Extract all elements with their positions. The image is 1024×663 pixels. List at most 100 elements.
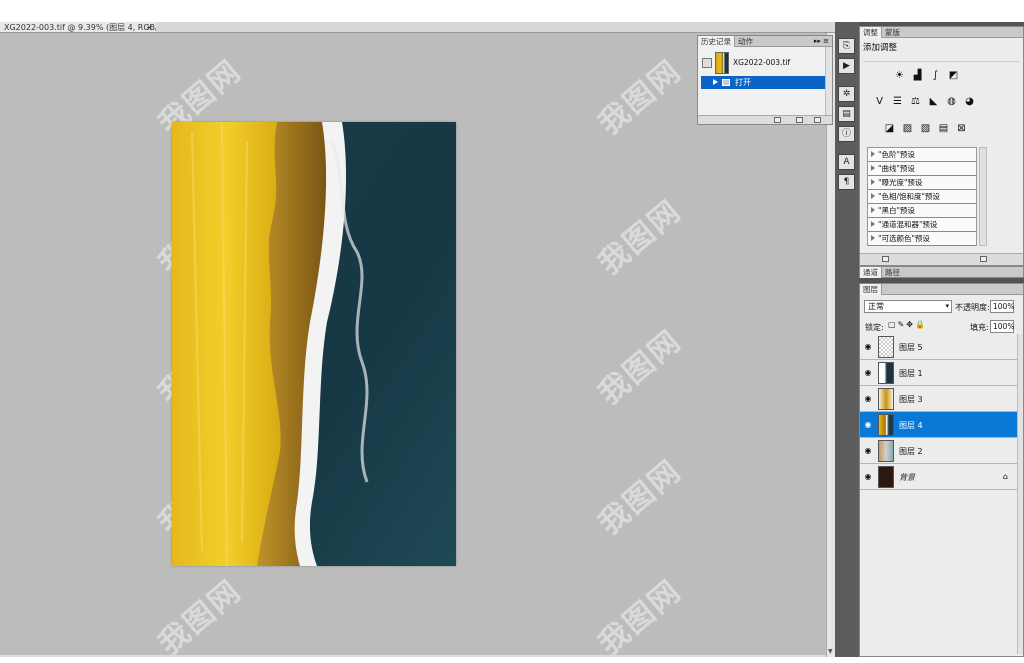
color-balance-icon[interactable]: ⚖ bbox=[909, 95, 922, 108]
fill-input[interactable]: 100% bbox=[990, 320, 1014, 333]
history-snapshot[interactable]: XG2022-003.tif bbox=[701, 52, 825, 74]
eye-icon[interactable]: ◉ bbox=[863, 342, 873, 352]
brightness-contrast-icon[interactable]: ☀ bbox=[893, 69, 906, 82]
layer-thumbnail bbox=[878, 362, 894, 384]
levels-icon[interactable]: ▟ bbox=[911, 69, 924, 82]
tab-layers[interactable]: 图层 bbox=[860, 284, 882, 295]
panel-menu-icon[interactable]: ▸▸ ≡ bbox=[814, 36, 829, 47]
preset-label: "黑白"预设 bbox=[878, 206, 915, 215]
paragraph-dock-icon[interactable]: ¶ bbox=[838, 174, 855, 190]
preset-item[interactable]: "曝光度"预设 bbox=[868, 176, 976, 190]
open-document-icon bbox=[722, 79, 730, 86]
selective-color-icon[interactable]: ⊠ bbox=[955, 122, 968, 135]
history-step-open[interactable]: 打开 bbox=[701, 76, 825, 89]
expand-icon[interactable] bbox=[871, 151, 875, 157]
opacity-label: 不透明度: bbox=[955, 303, 990, 312]
clip-to-layer-icon[interactable] bbox=[980, 256, 987, 262]
navigator-dock-icon[interactable]: ✲ bbox=[838, 86, 855, 102]
expand-icon[interactable] bbox=[871, 235, 875, 241]
layers-scrollbar[interactable] bbox=[1017, 334, 1023, 654]
preset-item[interactable]: "色相/饱和度"预设 bbox=[868, 190, 976, 204]
blend-mode-select[interactable]: 正常 ▾ bbox=[864, 300, 952, 313]
eye-icon[interactable]: ◉ bbox=[863, 420, 873, 430]
preset-item[interactable]: "通道混和器"预设 bbox=[868, 218, 976, 232]
expand-icon[interactable] bbox=[871, 221, 875, 227]
tab-channels[interactable]: 通道 bbox=[860, 267, 882, 278]
tab-actions[interactable]: 动作 bbox=[735, 36, 756, 47]
histogram-dock-icon[interactable]: ▤ bbox=[838, 106, 855, 122]
trash-icon[interactable] bbox=[814, 117, 821, 123]
blend-mode-value: 正常 bbox=[868, 302, 884, 311]
layer-thumbnail bbox=[878, 466, 894, 488]
preset-item[interactable]: "可选颜色"预设 bbox=[868, 232, 976, 246]
photo-filter-icon[interactable]: ◍ bbox=[945, 95, 958, 108]
presets-scrollbar[interactable] bbox=[979, 147, 987, 246]
tab-paths[interactable]: 路径 bbox=[882, 267, 903, 278]
layer-row[interactable]: ◉ 图层 1 bbox=[860, 360, 1018, 386]
layer-row-selected[interactable]: ◉ 图层 4 bbox=[860, 412, 1018, 438]
lock-all-icon[interactable]: 🔒 bbox=[915, 320, 927, 329]
history-scrollbar[interactable] bbox=[825, 47, 832, 117]
channels-panel: 通道 路径 bbox=[859, 266, 1024, 278]
history-step-label: 打开 bbox=[735, 78, 751, 87]
layer-thumbnail bbox=[878, 336, 894, 358]
new-document-from-state-icon[interactable] bbox=[774, 117, 781, 123]
layer-row[interactable]: ◉ 图层 5 bbox=[860, 334, 1018, 360]
expand-icon[interactable] bbox=[871, 179, 875, 185]
history-dock-icon[interactable]: ⎘ bbox=[838, 38, 855, 54]
document-tab-title: XG2022-003.tif @ 9.39% (图层 4, RGB/8) bbox=[4, 23, 166, 32]
layer-row[interactable]: ◉ 图层 3 bbox=[860, 386, 1018, 412]
hue-saturation-icon[interactable]: ☰ bbox=[891, 95, 904, 108]
canvas-vertical-scrollbar[interactable]: ▲ ▼ bbox=[826, 33, 835, 657]
watermark: 我图网 bbox=[592, 573, 689, 662]
expand-icon[interactable] bbox=[871, 193, 875, 199]
lock-pixels-icon[interactable]: ✎ bbox=[898, 320, 907, 329]
snapshot-source-icon[interactable] bbox=[702, 58, 712, 68]
gradient-map-icon[interactable]: ▤ bbox=[937, 122, 950, 135]
character-dock-icon[interactable]: A bbox=[838, 154, 855, 170]
adjustments-title: 添加调整 bbox=[863, 43, 898, 53]
eye-icon[interactable]: ◉ bbox=[863, 472, 873, 482]
layer-row[interactable]: ◉ 背景 ⌂ bbox=[860, 464, 1018, 490]
eye-icon[interactable]: ◉ bbox=[863, 446, 873, 456]
history-footer bbox=[698, 115, 832, 124]
lock-position-icon[interactable]: ✥ bbox=[906, 320, 915, 329]
watermark: 我图网 bbox=[152, 573, 249, 662]
tab-masks[interactable]: 蒙版 bbox=[882, 27, 903, 38]
document-tab[interactable]: XG2022-003.tif @ 9.39% (图层 4, RGB/8) × bbox=[0, 22, 166, 33]
close-icon[interactable]: × bbox=[146, 22, 153, 33]
document-tab-strip bbox=[156, 22, 836, 33]
vibrance-icon[interactable]: V bbox=[873, 95, 886, 108]
new-snapshot-icon[interactable] bbox=[796, 117, 803, 123]
layer-list: ◉ 图层 5 ◉ 图层 1 ◉ 图层 3 ◉ 图层 4 ◉ 图层 2 ◉ 背景 bbox=[860, 334, 1018, 604]
chevron-down-icon: ▾ bbox=[945, 302, 949, 310]
preset-item[interactable]: "黑白"预设 bbox=[868, 204, 976, 218]
document-canvas[interactable] bbox=[172, 122, 456, 566]
tab-history[interactable]: 历史记录 bbox=[698, 36, 735, 47]
lock-transparent-icon[interactable]: ▢ bbox=[888, 320, 898, 329]
layer-name: 图层 3 bbox=[899, 395, 923, 404]
expand-icon[interactable] bbox=[871, 165, 875, 171]
invert-icon[interactable]: ◪ bbox=[883, 122, 896, 135]
layer-name: 图层 1 bbox=[899, 369, 923, 378]
posterize-icon[interactable]: ▨ bbox=[901, 122, 914, 135]
actions-dock-icon[interactable]: ▶ bbox=[838, 58, 855, 74]
return-to-list-icon[interactable] bbox=[882, 256, 889, 262]
lock-options: ▢✎✥🔒 bbox=[888, 320, 927, 329]
layer-row[interactable]: ◉ 图层 2 bbox=[860, 438, 1018, 464]
preset-item[interactable]: "曲线"预设 bbox=[868, 162, 976, 176]
black-white-icon[interactable]: ◣ bbox=[927, 95, 940, 108]
exposure-icon[interactable]: ◩ bbox=[947, 69, 960, 82]
expand-icon[interactable] bbox=[871, 207, 875, 213]
scroll-down-icon[interactable]: ▼ bbox=[828, 648, 833, 655]
curves-icon[interactable]: ∫ bbox=[929, 69, 942, 82]
threshold-icon[interactable]: ▧ bbox=[919, 122, 932, 135]
eye-icon[interactable]: ◉ bbox=[863, 394, 873, 404]
opacity-input[interactable]: 100% bbox=[990, 300, 1014, 313]
eye-icon[interactable]: ◉ bbox=[863, 368, 873, 378]
info-dock-icon[interactable]: ⓘ bbox=[838, 126, 855, 142]
tab-adjustments[interactable]: 调整 bbox=[860, 27, 882, 38]
adjustments-panel: 调整 蒙版 添加调整 ☀ ▟ ∫ ◩ V ☰ ⚖ ◣ ◍ ◕ ◪ ▨ ▧ ▤ ⊠ … bbox=[859, 26, 1024, 266]
preset-item[interactable]: "色阶"预设 bbox=[868, 148, 976, 162]
channel-mixer-icon[interactable]: ◕ bbox=[963, 95, 976, 108]
